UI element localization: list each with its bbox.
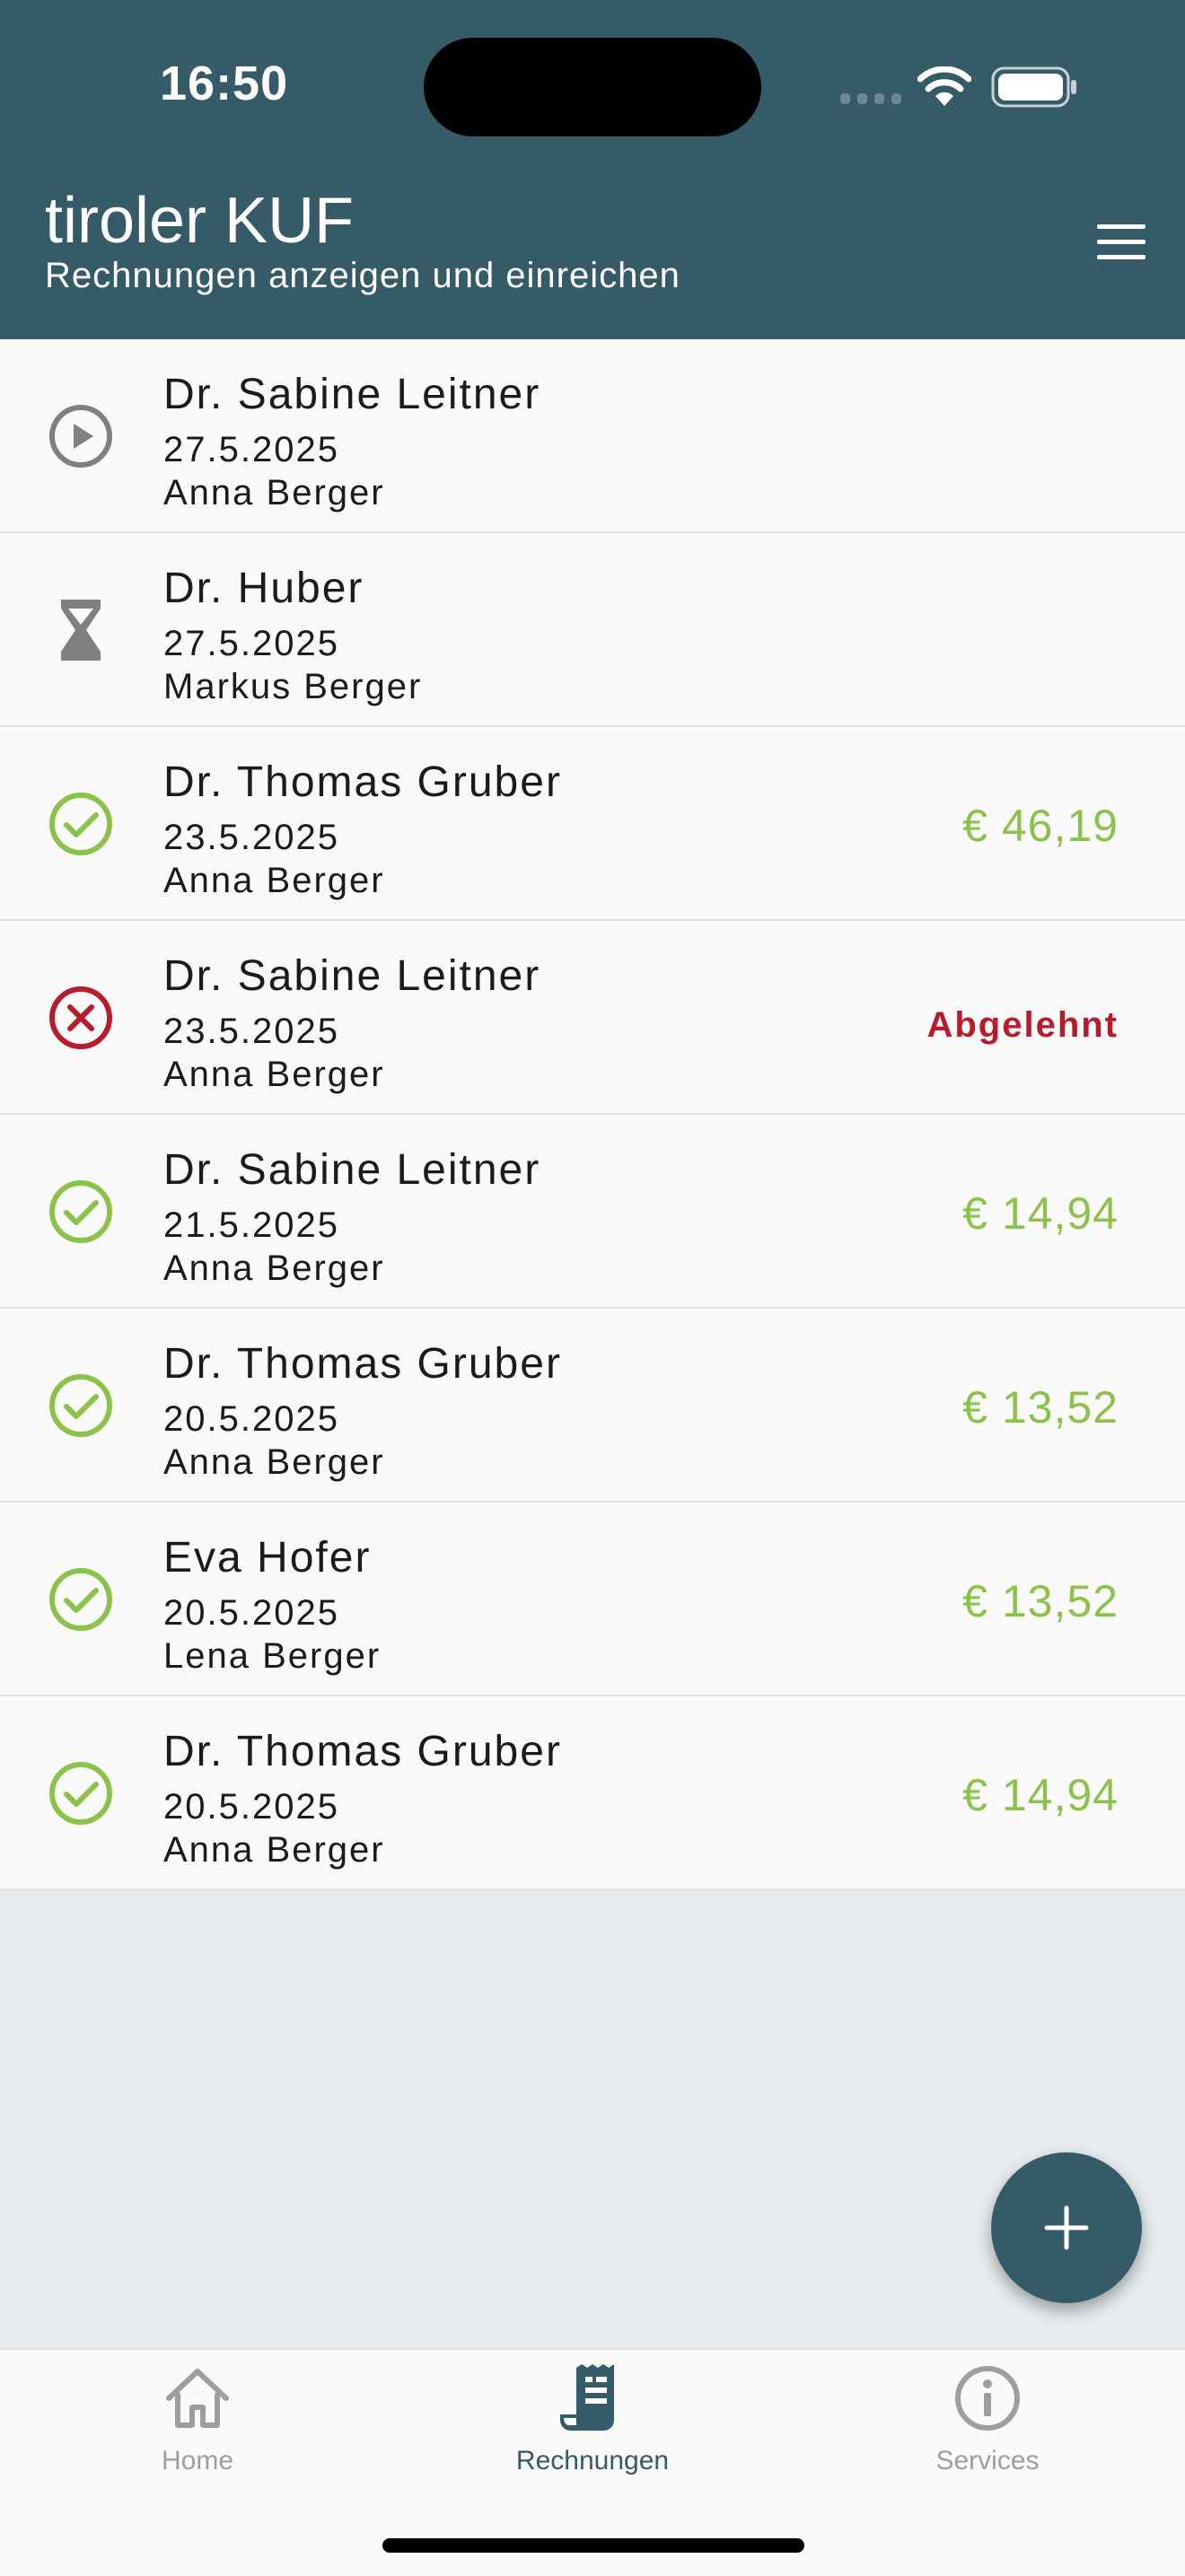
receipt-icon [560, 2364, 614, 2431]
invoice-person: Anna Berger [163, 861, 385, 900]
invoice-person: Anna Berger [163, 1830, 385, 1870]
invoice-person: Anna Berger [163, 1442, 385, 1482]
invoice-person: Anna Berger [163, 473, 385, 513]
invoice-person: Anna Berger [163, 1249, 385, 1288]
invoice-row[interactable]: Dr. Sabine Leitner 23.5.2025 Anna Berger… [0, 921, 1185, 1115]
app-header: 16:50 tiroler KUF Rechnungen anzeigen un… [0, 0, 1185, 339]
invoice-row[interactable]: Dr. Thomas Gruber 20.5.2025 Anna Berger … [0, 1696, 1185, 1890]
battery-icon [991, 66, 1076, 108]
invoice-amount: € 13,52 [962, 1382, 1119, 1433]
hamburger-menu-icon[interactable] [1084, 219, 1156, 266]
invoice-amount: € 46,19 [962, 801, 1119, 851]
invoice-date: 20.5.2025 [163, 1787, 339, 1827]
invoice-provider: Dr. Thomas Gruber [163, 1728, 562, 1775]
invoice-row[interactable]: Dr. Thomas Gruber 20.5.2025 Anna Berger … [0, 1309, 1185, 1503]
invoice-status-rejected: Abgelehnt [926, 1005, 1119, 1045]
invoice-provider: Dr. Sabine Leitner [163, 1146, 541, 1194]
app-title: tiroler KUF [45, 185, 355, 257]
invoice-row[interactable]: Dr. Huber 27.5.2025 Markus Berger [0, 533, 1185, 727]
nav-item-home[interactable]: Home [63, 2350, 332, 2493]
check-circle-icon [49, 1180, 112, 1243]
invoice-person: Lena Berger [163, 1636, 382, 1676]
nav-item-rechnungen[interactable]: Rechnungen [458, 2350, 727, 2493]
invoice-provider: Dr. Sabine Leitner [163, 952, 541, 1000]
check-circle-icon [49, 793, 112, 855]
invoice-provider: Dr. Thomas Gruber [163, 1340, 562, 1388]
invoice-date: 20.5.2025 [163, 1593, 339, 1633]
invoice-date: 27.5.2025 [163, 430, 339, 469]
play-circle-icon [49, 405, 112, 468]
invoice-date: 23.5.2025 [163, 1012, 339, 1051]
status-time: 16:50 [160, 57, 289, 110]
invoice-date: 27.5.2025 [163, 624, 339, 663]
info-circle-icon [955, 2366, 1020, 2431]
nav-item-services[interactable]: Services [853, 2350, 1122, 2493]
invoice-date: 21.5.2025 [163, 1205, 339, 1245]
dynamic-island [424, 38, 761, 136]
check-circle-icon [49, 1568, 112, 1631]
add-invoice-button[interactable] [991, 2152, 1142, 2303]
invoice-provider: Eva Hofer [163, 1534, 372, 1582]
invoice-list: Dr. Sabine Leitner 27.5.2025 Anna Berger… [0, 339, 1185, 1890]
invoice-date: 20.5.2025 [163, 1399, 339, 1439]
invoice-row[interactable]: Dr. Sabine Leitner 21.5.2025 Anna Berger… [0, 1115, 1185, 1309]
invoice-provider: Dr. Thomas Gruber [163, 758, 562, 806]
invoice-amount: € 14,94 [962, 1770, 1119, 1820]
hourglass-icon [61, 600, 101, 661]
cellular-signal-icon [840, 93, 901, 104]
check-circle-icon [49, 1762, 112, 1825]
invoice-person: Markus Berger [163, 667, 423, 706]
invoice-provider: Dr. Huber [163, 565, 364, 612]
app-subtitle: Rechnungen anzeigen und einreichen [45, 256, 680, 295]
plus-icon [1044, 2205, 1089, 2250]
nav-label-services: Services [935, 2446, 1040, 2475]
invoice-amount: € 14,94 [962, 1188, 1119, 1239]
check-circle-icon [49, 1374, 112, 1437]
invoice-person: Anna Berger [163, 1055, 385, 1094]
invoice-amount: € 13,52 [962, 1576, 1119, 1626]
invoice-row[interactable]: Eva Hofer 20.5.2025 Lena Berger € 13,52 [0, 1503, 1185, 1696]
invoice-row[interactable]: Dr. Thomas Gruber 23.5.2025 Anna Berger … [0, 727, 1185, 921]
x-circle-icon [49, 986, 112, 1049]
invoice-date: 23.5.2025 [163, 818, 339, 857]
invoice-provider: Dr. Sabine Leitner [163, 371, 541, 418]
invoice-row[interactable]: Dr. Sabine Leitner 27.5.2025 Anna Berger [0, 339, 1185, 533]
nav-label-rechnungen: Rechnungen [515, 2446, 670, 2475]
wifi-icon [917, 66, 971, 106]
nav-label-home: Home [161, 2446, 234, 2475]
home-icon [166, 2369, 229, 2428]
home-indicator [382, 2538, 804, 2553]
